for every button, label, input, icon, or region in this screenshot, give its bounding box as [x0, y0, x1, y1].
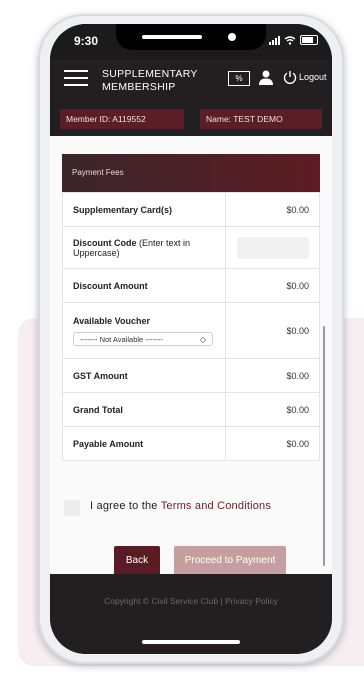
page-title: SUPPLEMENTARY MEMBERSHIP	[102, 68, 212, 94]
row-value	[225, 226, 320, 269]
back-button[interactable]: Back	[114, 546, 160, 576]
table-row: Available Voucher ------- Not Available …	[61, 302, 320, 359]
status-time: 9:30	[74, 34, 99, 48]
app-header: SUPPLEMENTARY MEMBERSHIP % Logout	[50, 60, 332, 106]
battery-icon	[300, 35, 318, 45]
row-value: $0.00	[225, 192, 320, 227]
terms-agreement: I agree to the Terms and Conditions	[64, 498, 324, 518]
power-icon[interactable]	[283, 70, 297, 84]
copyright-text: Copyright © Civil Service Club | Privacy…	[104, 596, 278, 606]
table-row: Supplementary Card(s) $0.00	[61, 192, 320, 227]
row-label: Discount Code (Enter text in Uppercase)	[61, 226, 227, 269]
discount-card-icon[interactable]: %	[228, 71, 250, 86]
terms-link[interactable]: Terms and Conditions	[161, 500, 271, 512]
footer: Copyright © Civil Service Club | Privacy…	[50, 574, 332, 654]
status-icons	[269, 35, 318, 45]
row-value: $0.00	[225, 268, 320, 303]
voucher-select-value: ------- Not Available -------	[80, 334, 163, 344]
terms-prefix: I agree to the	[90, 500, 161, 512]
speaker-pill	[142, 35, 202, 39]
row-label: Payable Amount	[61, 426, 227, 461]
phone-screen: 9:30 SUPPLEMENTARY MEMBERSHIP % Logout M…	[50, 24, 332, 654]
terms-checkbox[interactable]	[64, 500, 80, 516]
row-label: Grand Total	[61, 392, 227, 427]
table-row: Grand Total $0.00	[61, 392, 320, 427]
menu-icon[interactable]	[64, 70, 88, 88]
member-bar: Member ID: A119552 Name: TEST DEMO	[50, 106, 332, 136]
title-line-2: MEMBERSHIP	[102, 81, 176, 93]
member-name-badge: Name: TEST DEMO	[200, 109, 322, 129]
row-label: Supplementary Card(s)	[61, 192, 227, 227]
row-value: $0.00	[225, 358, 320, 393]
table-row: GST Amount $0.00	[61, 358, 320, 393]
proceed-to-payment-button[interactable]: Proceed to Payment	[174, 546, 286, 576]
chevron-updown-icon: ◇	[199, 334, 206, 344]
status-bar: 9:30	[50, 24, 332, 60]
phone-notch	[116, 24, 266, 50]
title-line-1: SUPPLEMENTARY	[102, 68, 198, 80]
table-row: Discount Amount $0.00	[61, 268, 320, 303]
member-id-badge: Member ID: A119552	[60, 109, 184, 129]
row-label: Discount Amount	[61, 268, 227, 303]
user-icon[interactable]	[258, 69, 274, 85]
discount-code-label: Discount Code	[73, 237, 137, 248]
row-value: $0.00	[225, 426, 320, 461]
main-content: Payment Fees Supplementary Card(s) $0.00…	[50, 136, 332, 576]
table-row: Payable Amount $0.00	[61, 426, 320, 461]
camera-dot	[228, 33, 236, 41]
row-label: Available Voucher ------- Not Available …	[61, 302, 227, 359]
payment-fees-header: Payment Fees	[62, 154, 320, 192]
row-label: GST Amount	[61, 358, 227, 393]
home-indicator	[142, 640, 240, 644]
wifi-icon	[284, 35, 296, 45]
payment-fees-table: Supplementary Card(s) $0.00 Discount Cod…	[61, 192, 320, 461]
signal-icon	[269, 35, 280, 45]
row-value: $0.00	[225, 302, 320, 359]
available-voucher-label: Available Voucher	[73, 315, 151, 326]
row-value: $0.00	[225, 392, 320, 427]
terms-text: I agree to the Terms and Conditions	[90, 500, 271, 512]
discount-code-input[interactable]	[237, 236, 309, 259]
table-row: Discount Code (Enter text in Uppercase)	[61, 226, 320, 269]
scrollbar[interactable]	[323, 326, 325, 566]
voucher-select[interactable]: ------- Not Available ------- ◇	[73, 331, 213, 346]
logout-link[interactable]: Logout	[299, 72, 327, 82]
